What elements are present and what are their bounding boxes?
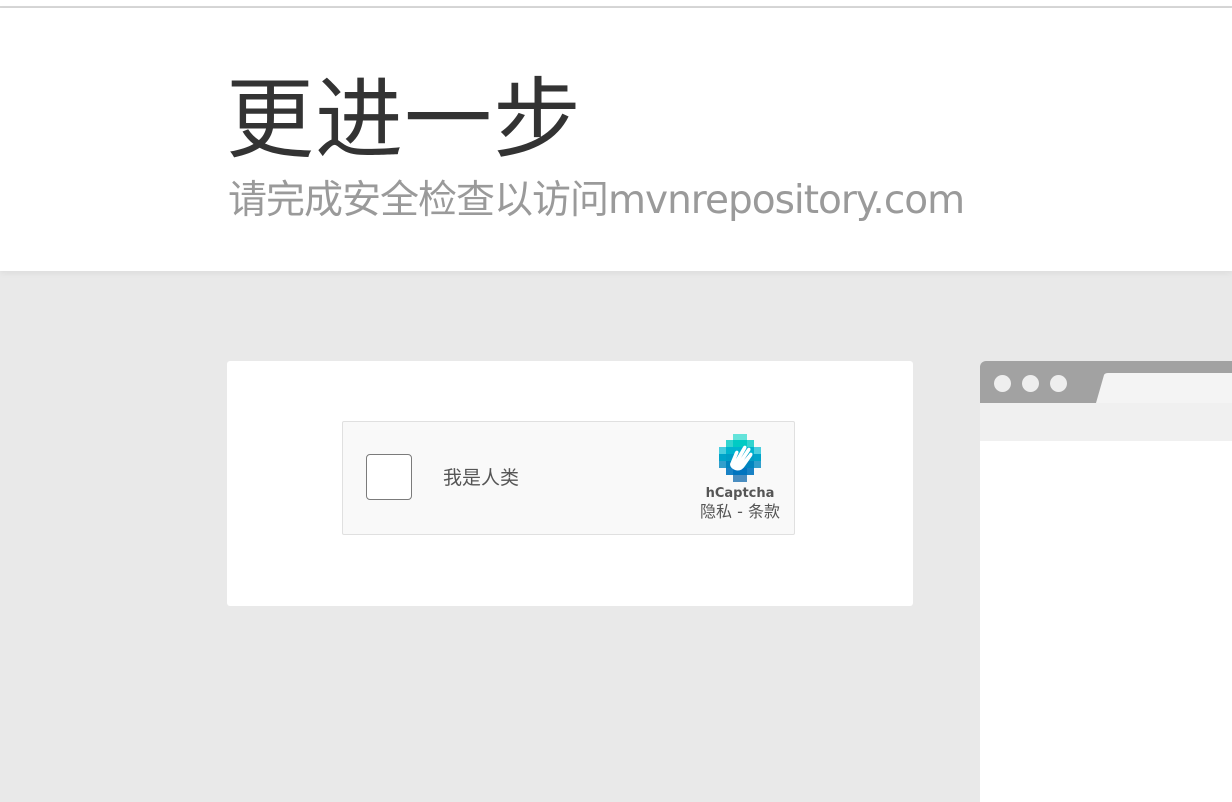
- hcaptcha-brand: hCaptcha: [705, 486, 775, 501]
- top-divider: [0, 0, 1232, 8]
- window-dot-icon: [1050, 375, 1067, 392]
- browser-address-bar: [980, 403, 1232, 441]
- browser-tab-shape: [1096, 373, 1232, 403]
- page-title: 更进一步: [226, 68, 583, 171]
- browser-titlebar: [980, 361, 1232, 403]
- browser-window-icon: [980, 361, 1232, 802]
- hcaptcha-widget: 我是人类 hCaptcha 隐私 - 条款: [342, 421, 795, 535]
- link-separator: -: [732, 502, 748, 521]
- page-header: 更进一步 请完成安全检查以访问mvnrepository.com: [0, 8, 1232, 271]
- window-dot-icon: [1022, 375, 1039, 392]
- terms-link[interactable]: 条款: [748, 502, 780, 521]
- human-checkbox[interactable]: [366, 454, 412, 500]
- page-subtitle: 请完成安全检查以访问mvnrepository.com: [228, 178, 965, 223]
- challenge-card: 我是人类 hCaptcha 隐私 - 条款: [227, 361, 913, 606]
- hcaptcha-logo-icon: [719, 434, 761, 482]
- captcha-links: 隐私 - 条款: [700, 502, 780, 522]
- privacy-link[interactable]: 隐私: [700, 502, 732, 521]
- browser-content-area: [980, 441, 1232, 802]
- window-dot-icon: [994, 375, 1011, 392]
- captcha-label: 我是人类: [443, 467, 520, 489]
